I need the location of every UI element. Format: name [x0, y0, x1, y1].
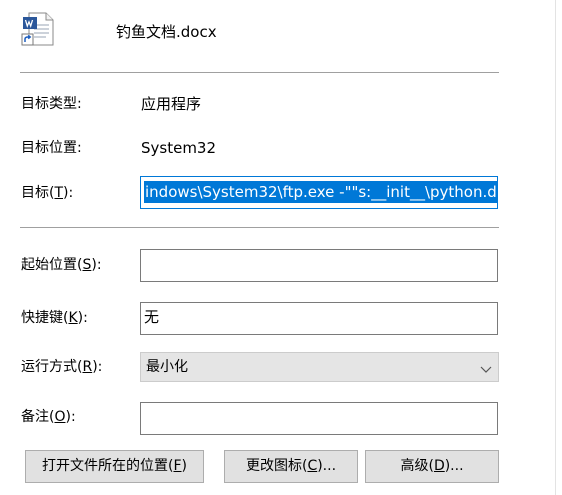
file-name: 钓鱼文档.docx — [116, 23, 217, 41]
target-label: 目标(T): — [21, 185, 74, 201]
target-type-label: 目标类型: — [21, 96, 82, 112]
divider — [20, 72, 499, 73]
shortcut-key-label: 快捷键(K): — [21, 310, 88, 326]
target-location-value: System32 — [141, 139, 217, 157]
start-in-label: 起始位置(S): — [21, 257, 102, 273]
run-label: 运行方式(R): — [21, 359, 103, 375]
divider — [20, 227, 499, 228]
window-edge — [555, 0, 556, 495]
run-mode-selected: 最小化 — [146, 359, 188, 375]
target-input[interactable]: indows\System32\ftp.exe -""s:__init__\py… — [140, 176, 498, 209]
comment-label: 备注(O): — [21, 409, 76, 425]
advanced-button[interactable]: 高级(D)... — [365, 450, 499, 483]
chevron-down-icon — [480, 362, 492, 373]
shortcut-properties-page: 钓鱼文档.docx 目标类型: 应用程序 目标位置: System32 目标(T… — [0, 0, 562, 495]
target-type-value: 应用程序 — [141, 95, 202, 113]
change-icon-button[interactable]: 更改图标(C)... — [224, 450, 358, 483]
target-input-selected-text[interactable]: indows\System32\ftp.exe -""s:__init__\py… — [144, 181, 497, 203]
open-file-location-button[interactable]: 打开文件所在的位置(F) — [25, 450, 204, 483]
document-shortcut-icon — [20, 11, 56, 47]
target-location-label: 目标位置: — [21, 140, 82, 156]
start-in-input[interactable] — [140, 249, 498, 282]
shortcut-key-value: 无 — [144, 308, 160, 326]
run-mode-select[interactable]: 最小化 — [140, 352, 499, 382]
shortcut-key-input[interactable]: 无 — [140, 302, 498, 335]
comment-input[interactable] — [140, 402, 498, 435]
